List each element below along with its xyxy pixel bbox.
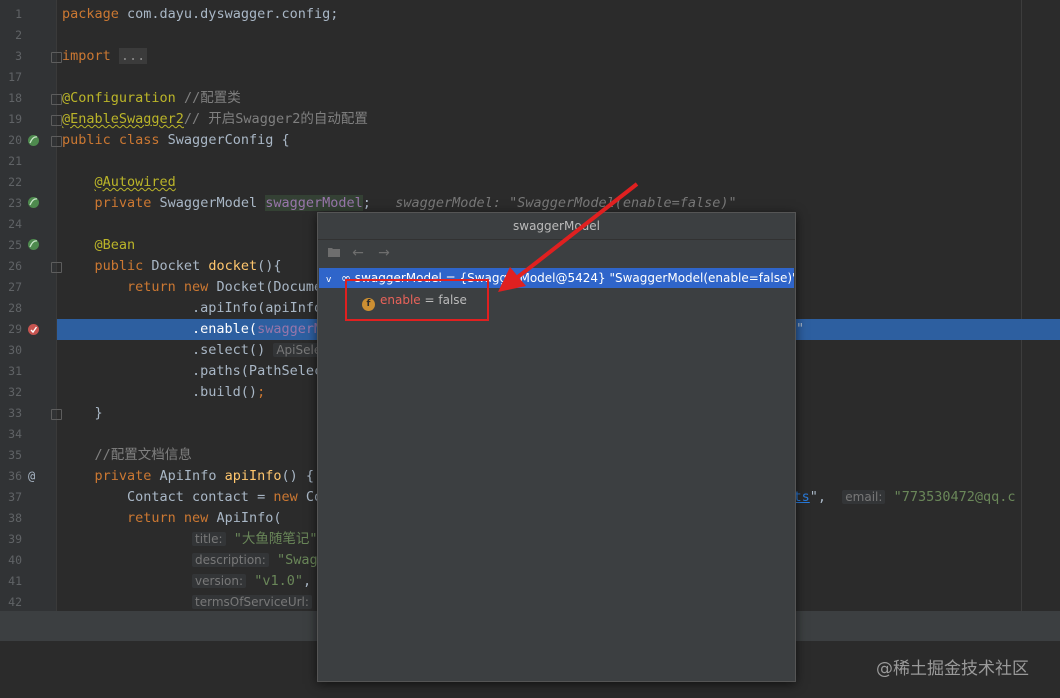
code-text[interactable]: } (62, 403, 103, 424)
fold-marker[interactable] (51, 262, 62, 273)
code-text[interactable]: return new Docket(Docume (62, 277, 322, 298)
line-number: 35 (8, 448, 22, 462)
line-number: 33 (8, 406, 22, 420)
line-number: 36 (8, 469, 22, 483)
code-text[interactable]: .select() ApiSelec (62, 340, 331, 361)
forward-arrow-icon[interactable]: → (376, 245, 392, 261)
code-text[interactable]: .paths(PathSelec (62, 361, 322, 382)
line-number: 30 (8, 343, 22, 357)
code-text[interactable]: description: "Swagg (62, 550, 326, 571)
line-number: 27 (8, 280, 22, 294)
code-text[interactable]: @Configuration //配置类 (62, 88, 241, 109)
fold-marker[interactable] (51, 136, 62, 147)
code-line[interactable]: 2 (0, 25, 1060, 46)
line-number: 25 (8, 238, 22, 252)
line-number: 21 (8, 154, 22, 168)
code-text[interactable]: .build(); (62, 382, 265, 403)
code-text[interactable]: public class SwaggerConfig { (62, 130, 290, 151)
code-text[interactable]: private ApiInfo apiInfo() { (62, 466, 314, 487)
code-text[interactable]: return new ApiInfo( (62, 508, 281, 529)
code-line[interactable]: 20 public class SwaggerConfig { (0, 130, 1060, 151)
code-text[interactable]: @EnableSwagger2// 开启Swagger2的自动配置 (62, 109, 368, 130)
watermark: @稀土掘金技术社区 (876, 659, 1029, 679)
breakpoint-icon[interactable] (27, 323, 40, 336)
line-number: 42 (8, 595, 22, 609)
popup-title[interactable]: swaggerModel (318, 213, 795, 240)
line-number: 20 (8, 133, 22, 147)
line-29-tail: " (796, 321, 805, 337)
line-number: 40 (8, 553, 22, 567)
annotation-highlight-box (345, 279, 489, 321)
fold-marker[interactable] (51, 52, 62, 63)
line-number: 31 (8, 364, 22, 378)
folder-icon[interactable] (326, 245, 342, 261)
line-number: 2 (15, 28, 22, 42)
code-text[interactable]: title: "大鱼随笔记", (62, 529, 326, 550)
code-line[interactable]: 23 private SwaggerModel swaggerModel; sw… (0, 193, 1060, 214)
code-text[interactable]: import ... (62, 46, 148, 67)
fold-marker[interactable] (51, 409, 62, 420)
code-line[interactable]: 22 @Autowired (0, 172, 1060, 193)
fold-marker[interactable] (51, 94, 62, 105)
override-at-icon[interactable]: @ (28, 466, 35, 487)
code-text[interactable]: @Autowired (62, 172, 176, 193)
line-number: 38 (8, 511, 22, 525)
bean-icon[interactable] (27, 134, 40, 147)
fold-marker[interactable] (51, 115, 62, 126)
code-line[interactable]: 17 (0, 67, 1060, 88)
line-number: 24 (8, 217, 22, 231)
code-text[interactable]: termsOfServiceUrl: " (62, 592, 328, 611)
code-text[interactable]: .apiInfo(apiInfo (62, 298, 322, 319)
line-number: 23 (8, 196, 22, 210)
autowired-bean-icon[interactable] (27, 196, 40, 209)
line-number: 41 (8, 574, 22, 588)
chevron-down-icon[interactable]: v (326, 270, 334, 288)
line-number: 34 (8, 427, 22, 441)
line-number: 32 (8, 385, 22, 399)
line-number: 29 (8, 322, 22, 336)
code-text[interactable]: private SwaggerModel swaggerModel; swagg… (62, 193, 737, 214)
code-line[interactable]: 19 @EnableSwagger2// 开启Swagger2的自动配置 (0, 109, 1060, 130)
line-number: 22 (8, 175, 22, 189)
line-number: 3 (15, 49, 22, 63)
line-number: 18 (8, 91, 22, 105)
back-arrow-icon[interactable]: ← (350, 245, 366, 261)
code-line[interactable]: 21 (0, 151, 1060, 172)
code-line[interactable]: 1 package com.dayu.dyswagger.config; (0, 4, 1060, 25)
line-number: 1 (15, 7, 22, 21)
code-line[interactable]: 3 import ... (0, 46, 1060, 67)
line-number: 39 (8, 532, 22, 546)
code-text[interactable]: package com.dayu.dyswagger.config; (62, 4, 338, 25)
code-line[interactable]: 18 @Configuration //配置类 (0, 88, 1060, 109)
bean-method-icon[interactable] (27, 238, 40, 251)
line-number: 19 (8, 112, 22, 126)
code-text[interactable]: public Docket docket(){ (62, 256, 282, 277)
line-number: 37 (8, 490, 22, 504)
code-text[interactable]: @Bean (62, 235, 136, 256)
line-number: 17 (8, 70, 22, 84)
line-number: 26 (8, 259, 22, 273)
code-text[interactable]: //配置文档信息 (62, 445, 192, 466)
code-text[interactable]: version: "v1.0", / (62, 571, 327, 592)
code-text[interactable]: .enable(swaggerM (62, 319, 322, 340)
popup-toolbar: ← → (318, 240, 795, 266)
line-number: 28 (8, 301, 22, 315)
